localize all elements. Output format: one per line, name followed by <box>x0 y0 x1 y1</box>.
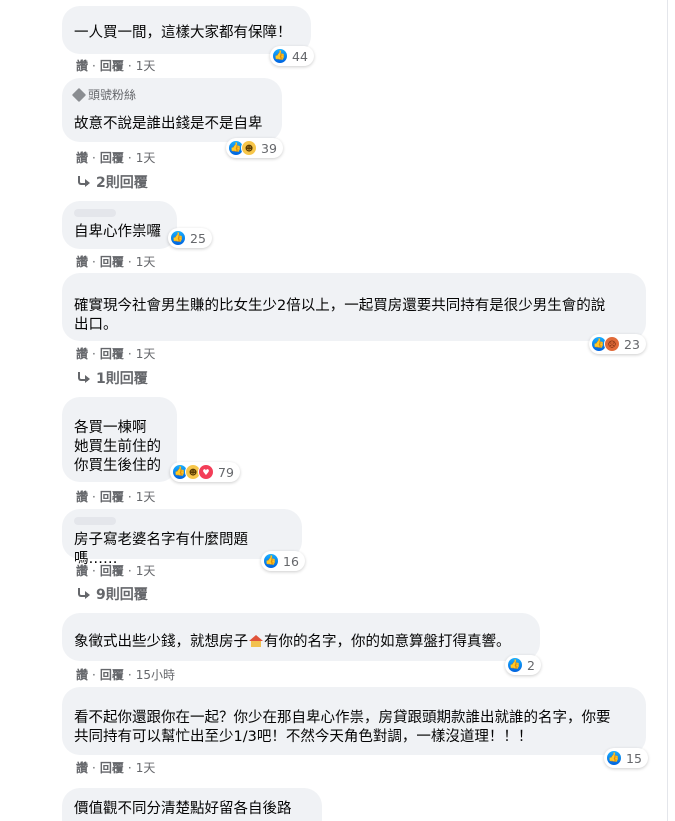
view-replies-button[interactable]: 1則回覆 <box>76 368 148 388</box>
comment-bubble: 自卑心作祟囉 <box>62 201 177 249</box>
like-link[interactable]: 讚 <box>76 666 88 683</box>
comment-actions: 讚 · 回覆 · 1天 <box>76 345 156 362</box>
reaction-count: 39 <box>261 140 277 156</box>
author-name-redacted <box>74 517 116 525</box>
comment-bubble: 象徵式出些少錢，就想房子 有你的名字，你的如意算盤打得真響。 <box>62 613 540 661</box>
comment-actions: 讚 · 回覆 · 1天 <box>76 759 156 776</box>
timestamp-link[interactable]: 1天 <box>136 345 156 362</box>
comment-bubble: 價值觀不同分清楚點好留各自後路 <box>62 788 322 821</box>
reply-link[interactable]: 回覆 <box>100 149 124 166</box>
comment-actions: 讚 · 回覆 · 1天 <box>76 562 156 579</box>
comment-text: 象徵式出些少錢，就想房子 有你的名字，你的如意算盤打得真響。 <box>74 633 528 652</box>
like-icon: 👍 <box>263 553 279 569</box>
like-link[interactable]: 讚 <box>76 253 88 270</box>
timestamp-link[interactable]: 1天 <box>136 149 156 166</box>
comment-actions: 讚 · 回覆 · 1天 <box>76 57 156 74</box>
like-link[interactable]: 讚 <box>76 759 88 776</box>
comment-text: 確實現今社會男生賺的比女生少2倍以上，一起買房還要共同持有是很少男生會的說 出口… <box>74 298 606 333</box>
reaction-count: 25 <box>190 230 206 246</box>
like-icon: 👍 <box>272 48 288 64</box>
reply-link[interactable]: 回覆 <box>100 57 124 74</box>
comment-actions: 讚 · 回覆 · 1天 <box>76 253 156 270</box>
comment-actions: 讚 · 回覆 · 15小時 <box>76 666 175 683</box>
comment-bubble: 頭號粉絲 故意不說是誰出錢是不是自卑 <box>62 78 282 142</box>
comment-thread: 一人買一間，這樣大家都有保障！ 👍 44 讚 · 回覆 · 1天 頭號粉絲 故意… <box>0 0 675 821</box>
timestamp-link[interactable]: 15小時 <box>136 666 175 683</box>
view-replies-label: 1則回覆 <box>96 371 148 387</box>
view-replies-label: 9則回覆 <box>96 587 148 603</box>
diamond-icon <box>71 87 87 102</box>
author-name-redacted <box>74 209 116 217</box>
view-replies-button[interactable]: 2則回覆 <box>76 172 148 192</box>
comment-bubble: 看不起你還跟你在一起？你少在那自卑心作祟，房貸跟頭期款誰出就誰的名字，你要 共同… <box>62 687 646 755</box>
view-replies-button[interactable]: 9則回覆 <box>76 584 148 604</box>
reaction-summary[interactable]: 👍 ☻ ♥ 79 <box>170 462 240 482</box>
reaction-count: 44 <box>292 48 308 64</box>
house-emoji-icon <box>249 635 263 647</box>
comment-text-part: 象徵式出些少錢，就想房子 <box>74 634 248 650</box>
reaction-summary[interactable]: 👍 2 <box>505 655 541 675</box>
comment-text: 價值觀不同分清楚點好留各自後路 <box>74 801 292 817</box>
scroll-divider <box>667 0 668 821</box>
reply-arrow-icon <box>76 588 90 600</box>
like-link[interactable]: 讚 <box>76 345 88 362</box>
reaction-summary[interactable]: 👍 25 <box>168 228 212 248</box>
reaction-count: 2 <box>527 657 535 673</box>
reply-arrow-icon <box>76 372 90 384</box>
comment-actions: 讚 · 回覆 · 1天 <box>76 149 156 166</box>
timestamp-link[interactable]: 1天 <box>136 253 156 270</box>
like-link[interactable]: 讚 <box>76 149 88 166</box>
comment-actions: 讚 · 回覆 · 1天 <box>76 488 156 505</box>
comment-text: 故意不說是誰出錢是不是自卑 <box>74 116 263 132</box>
timestamp-link[interactable]: 1天 <box>136 759 156 776</box>
reply-link[interactable]: 回覆 <box>100 345 124 362</box>
angry-icon: ☹ <box>604 336 620 352</box>
badge-label: 頭號粉絲 <box>88 88 137 102</box>
like-icon: 👍 <box>170 230 186 246</box>
reaction-summary[interactable]: 👍 ☹ 23 <box>589 334 646 354</box>
timestamp-link[interactable]: 1天 <box>136 57 156 74</box>
reaction-summary[interactable]: 👍 ☻ 39 <box>226 138 283 158</box>
comment-bubble: 各買一棟啊 她買生前住的 你買生後住的 <box>62 397 177 482</box>
like-icon: 👍 <box>606 750 622 766</box>
reaction-summary[interactable]: 👍 15 <box>604 748 648 768</box>
view-replies-label: 2則回覆 <box>96 175 148 191</box>
comment-text: 各買一棟啊 她買生前住的 你買生後住的 <box>74 420 161 474</box>
reaction-count: 79 <box>218 464 234 480</box>
comment-text-part: 有你的名字，你的如意算盤打得真響。 <box>264 634 511 650</box>
reply-link[interactable]: 回覆 <box>100 759 124 776</box>
like-link[interactable]: 讚 <box>76 57 88 74</box>
reaction-count: 23 <box>624 336 640 352</box>
reply-link[interactable]: 回覆 <box>100 488 124 505</box>
comment-text: 一人買一間，這樣大家都有保障！ <box>74 25 292 41</box>
reply-arrow-icon <box>76 176 90 188</box>
top-fan-badge: 頭號粉絲 <box>71 86 270 103</box>
comment-text: 自卑心作祟囉 <box>74 224 161 240</box>
haha-icon: ☻ <box>241 140 257 156</box>
comment-text: 看不起你還跟你在一起？你少在那自卑心作祟，房貸跟頭期款誰出就誰的名字，你要 共同… <box>74 710 611 745</box>
reaction-summary[interactable]: 👍 44 <box>270 46 314 66</box>
like-link[interactable]: 讚 <box>76 562 88 579</box>
love-icon: ♥ <box>198 464 214 480</box>
reaction-count: 15 <box>626 750 642 766</box>
like-icon: 👍 <box>507 657 523 673</box>
reaction-count: 16 <box>283 553 299 569</box>
timestamp-link[interactable]: 1天 <box>136 488 156 505</box>
reply-link[interactable]: 回覆 <box>100 562 124 579</box>
reaction-summary[interactable]: 👍 16 <box>261 551 305 571</box>
timestamp-link[interactable]: 1天 <box>136 562 156 579</box>
reply-link[interactable]: 回覆 <box>100 666 124 683</box>
comment-bubble: 確實現今社會男生賺的比女生少2倍以上，一起買房還要共同持有是很少男生會的說 出口… <box>62 273 646 341</box>
reply-link[interactable]: 回覆 <box>100 253 124 270</box>
like-link[interactable]: 讚 <box>76 488 88 505</box>
